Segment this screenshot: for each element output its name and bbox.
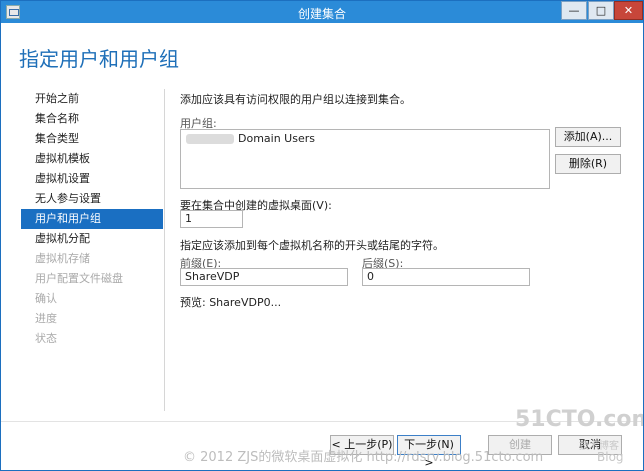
nav-item-collection-name[interactable]: 集合名称 xyxy=(21,109,163,129)
nav-item-unattended-settings[interactable]: 无人参与设置 xyxy=(21,189,163,209)
window-title: 创建集合 xyxy=(297,7,346,21)
title-bar[interactable]: 创建集合 — □ ✕ xyxy=(1,1,643,23)
user-groups-list[interactable]: Domain Users xyxy=(180,129,550,189)
redacted-domain xyxy=(186,134,234,144)
site-logo: 51CTO.com xyxy=(515,407,644,432)
nav-item-user-profile-disks: 用户配置文件磁盘 xyxy=(35,272,123,285)
site-logo-blog: Blog xyxy=(597,450,624,464)
copyright-watermark: © 2012 ZJS的微软桌面虚拟化 http://rdsrv.blog.51c… xyxy=(183,450,544,465)
page-title: 指定用户和用户组 xyxy=(19,47,179,71)
suffix-input[interactable]: 0 xyxy=(362,268,530,286)
nav-item-before-you-begin[interactable]: 开始之前 xyxy=(21,89,163,109)
nav-item-users-and-groups[interactable]: 用户和用户组 xyxy=(21,209,163,229)
group-name: Domain Users xyxy=(238,132,315,145)
desktops-count-input[interactable]: 1 xyxy=(180,210,243,228)
nav-item-vm-settings[interactable]: 虚拟机设置 xyxy=(21,169,163,189)
close-button[interactable]: ✕ xyxy=(614,1,643,20)
minimize-button[interactable]: — xyxy=(561,1,587,20)
naming-instructions: 指定应该添加到每个虚拟机名称的开头或结尾的字符。 xyxy=(180,239,444,252)
wizard-nav: 开始之前 集合名称 集合类型 虚拟机模板 虚拟机设置 无人参与设置 用户和用户组… xyxy=(21,89,163,349)
maximize-button[interactable]: □ xyxy=(588,1,614,20)
wizard-window: 创建集合 — □ ✕ 指定用户和用户组 开始之前 集合名称 集合类型 虚拟机模板… xyxy=(0,0,644,471)
remove-button[interactable]: 删除(R) xyxy=(555,154,621,174)
nav-item-confirmation: 确认 xyxy=(35,292,57,305)
nav-item-collection-type[interactable]: 集合类型 xyxy=(21,129,163,149)
add-button[interactable]: 添加(A)... xyxy=(555,127,621,147)
nav-item-results: 状态 xyxy=(35,332,57,345)
nav-item-vm-allocation[interactable]: 虚拟机分配 xyxy=(21,229,163,249)
nav-item-progress: 进度 xyxy=(35,312,57,325)
nav-item-vm-storage: 虚拟机存储 xyxy=(35,252,90,265)
name-preview: 预览: ShareVDP0... xyxy=(180,296,282,309)
nav-divider xyxy=(164,89,165,411)
list-item[interactable]: Domain Users xyxy=(186,132,315,145)
nav-item-vm-template[interactable]: 虚拟机模板 xyxy=(21,149,163,169)
intro-text: 添加应该具有访问权限的用户组以连接到集合。 xyxy=(180,93,411,106)
prefix-input[interactable]: ShareVDP xyxy=(180,268,348,286)
